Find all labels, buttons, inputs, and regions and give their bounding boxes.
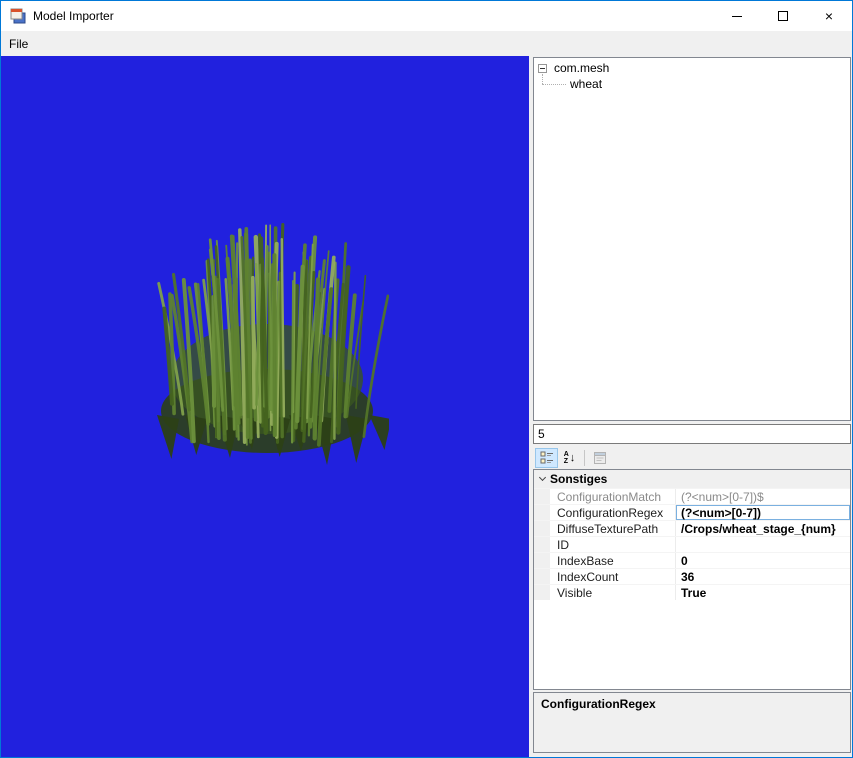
property-pages-icon xyxy=(593,452,606,464)
row-gutter xyxy=(534,585,550,600)
category-row-sonstiges[interactable]: Sonstiges xyxy=(534,470,850,488)
property-name: ID xyxy=(550,537,676,552)
row-gutter xyxy=(534,569,550,584)
property-description-pane: ConfigurationRegex xyxy=(533,692,851,753)
row-gutter xyxy=(534,489,550,504)
property-name: ConfigurationMatch xyxy=(550,489,676,504)
property-value[interactable]: /Crops/wheat_stage_{num} xyxy=(676,521,850,536)
property-value[interactable]: 36 xyxy=(676,569,850,584)
property-row-diffusetexturepath[interactable]: DiffuseTexturePath /Crops/wheat_stage_{n… xyxy=(534,520,850,536)
property-row-visible[interactable]: Visible True xyxy=(534,584,850,600)
property-name: DiffuseTexturePath xyxy=(550,521,676,536)
category-label: Sonstiges xyxy=(550,472,608,486)
property-row-indexcount[interactable]: IndexCount 36 xyxy=(534,568,850,584)
stage-input[interactable] xyxy=(533,424,851,444)
row-gutter xyxy=(534,537,550,552)
categorized-view-button[interactable] xyxy=(535,448,558,468)
property-value[interactable]: 0 xyxy=(676,553,850,568)
toolbar-separator xyxy=(584,450,585,466)
minimize-icon xyxy=(732,15,742,17)
property-name: Visible xyxy=(550,585,676,600)
property-value[interactable]: True xyxy=(676,585,850,600)
property-name: IndexBase xyxy=(550,553,676,568)
alphabetical-sort-icon: AZ ↓ xyxy=(563,451,576,465)
property-value[interactable]: (?<num>[0-7]) xyxy=(676,505,850,520)
property-value[interactable] xyxy=(676,537,850,552)
maximize-button[interactable] xyxy=(760,1,806,31)
property-row-indexbase[interactable]: IndexBase 0 xyxy=(534,552,850,568)
property-name: IndexCount xyxy=(550,569,676,584)
window-title: Model Importer xyxy=(33,9,114,23)
propertygrid-toolbar: AZ ↓ xyxy=(533,447,851,469)
menubar: File xyxy=(1,31,852,56)
close-icon: × xyxy=(824,8,834,24)
titlebar[interactable]: Model Importer × xyxy=(1,1,852,31)
row-gutter xyxy=(534,553,550,568)
mesh-treeview: com.mesh wheat xyxy=(533,57,851,421)
maximize-icon xyxy=(778,11,788,21)
tree-connector-horizontal xyxy=(542,84,566,85)
alphabetical-sort-button[interactable]: AZ ↓ xyxy=(558,448,581,468)
property-pages-button xyxy=(588,448,611,468)
tree-collapse-icon[interactable] xyxy=(538,64,547,73)
property-grid: Sonstiges ConfigurationMatch (?<num>[0-7… xyxy=(533,469,851,690)
chevron-down-icon xyxy=(534,473,550,482)
property-row-id[interactable]: ID xyxy=(534,536,850,552)
tree-node-wheat[interactable]: wheat xyxy=(570,77,602,91)
tree-connector-vertical xyxy=(542,74,543,84)
property-row-configurationmatch[interactable]: ConfigurationMatch (?<num>[0-7])$ xyxy=(534,488,850,504)
row-gutter xyxy=(534,521,550,536)
wheat-model-svg xyxy=(157,223,389,465)
menu-item-file[interactable]: File xyxy=(1,33,36,55)
categorized-icon xyxy=(540,451,553,464)
tree-node-com-mesh[interactable]: com.mesh xyxy=(554,61,609,75)
render-viewport[interactable] xyxy=(1,56,529,757)
property-value[interactable]: (?<num>[0-7])$ xyxy=(676,489,850,504)
property-name: ConfigurationRegex xyxy=(550,505,676,520)
app-icon xyxy=(10,8,26,24)
description-title: ConfigurationRegex xyxy=(541,697,656,711)
close-button[interactable]: × xyxy=(806,1,852,31)
row-gutter xyxy=(534,505,550,520)
minimize-button[interactable] xyxy=(714,1,760,31)
property-row-configurationregex[interactable]: ConfigurationRegex (?<num>[0-7]) xyxy=(534,504,850,520)
